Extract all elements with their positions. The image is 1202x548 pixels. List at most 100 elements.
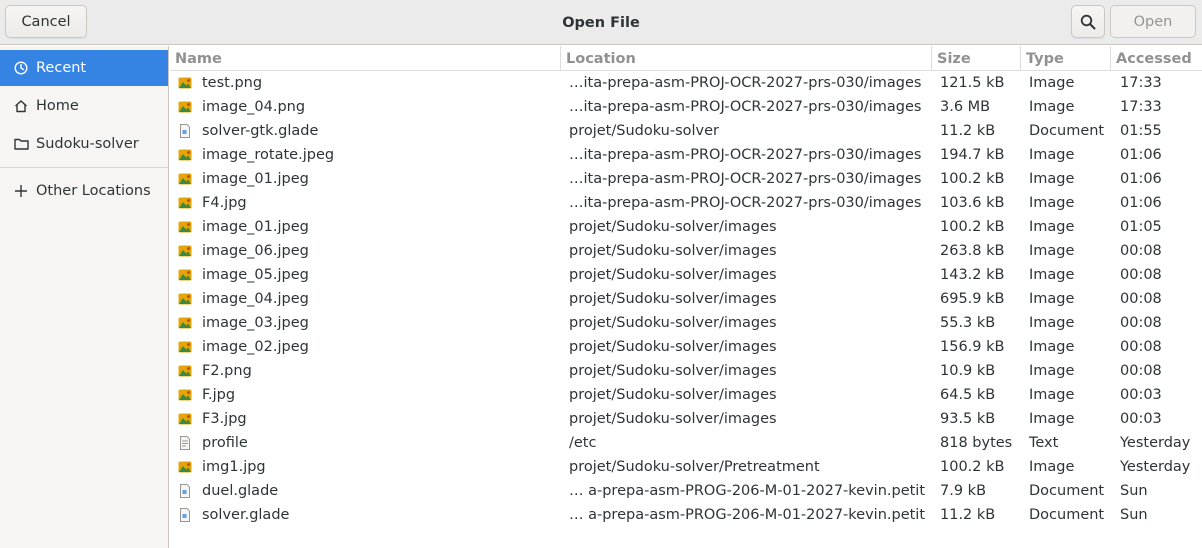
file-location: …ita-prepa-asm-PROJ-OCR-2027-prs-030/ima… bbox=[569, 147, 922, 163]
file-accessed: 00:08 bbox=[1120, 339, 1162, 355]
file-location: projet/Sudoku-solver/images bbox=[569, 291, 777, 307]
table-row[interactable]: F3.jpg projet/Sudoku-solver/images 93.5 kB… bbox=[170, 407, 1202, 431]
table-row[interactable]: image_rotate.jpeg …ita-prepa-asm-PROJ-OCR… bbox=[170, 143, 1202, 167]
file-type: Image bbox=[1029, 267, 1075, 283]
column-header-size[interactable]: Size bbox=[932, 46, 1021, 71]
file-size: 263.8 kB bbox=[940, 243, 1005, 259]
search-button[interactable] bbox=[1071, 5, 1105, 38]
table-row[interactable]: image_06.jpeg projet/Sudoku-solver/images… bbox=[170, 239, 1202, 263]
image-file-icon bbox=[178, 316, 192, 330]
dialog-title: Open File bbox=[562, 14, 640, 31]
file-type: Image bbox=[1029, 411, 1075, 427]
sidebar-item-label: Sudoku-solver bbox=[36, 136, 139, 152]
clock-icon bbox=[12, 59, 30, 77]
file-name: F3.jpg bbox=[202, 411, 247, 427]
file-location: …ita-prepa-asm-PROJ-OCR-2027-prs-030/ima… bbox=[569, 75, 922, 91]
file-accessed: Yesterday bbox=[1120, 435, 1191, 451]
image-file-icon bbox=[178, 268, 192, 282]
file-type: Image bbox=[1029, 195, 1075, 211]
file-accessed: 01:05 bbox=[1120, 219, 1162, 235]
sidebar-item-label: Recent bbox=[36, 60, 87, 76]
table-row[interactable]: F4.jpg …ita-prepa-asm-PROJ-OCR-2027-prs-0… bbox=[170, 191, 1202, 215]
table-row[interactable]: img1.jpg projet/Sudoku-solver/Pretreatmen… bbox=[170, 455, 1202, 479]
table-row[interactable]: F2.png projet/Sudoku-solver/images 10.9 kB… bbox=[170, 359, 1202, 383]
file-name: image_06.jpeg bbox=[202, 243, 309, 259]
image-file-icon bbox=[178, 172, 192, 186]
image-file-icon bbox=[178, 244, 192, 258]
plus-icon bbox=[12, 182, 30, 200]
table-row[interactable]: image_01.jpeg …ita-prepa-asm-PROJ-OCR-202… bbox=[170, 167, 1202, 191]
table-row[interactable]: F.jpg projet/Sudoku-solver/images 64.5 kB I… bbox=[170, 383, 1202, 407]
file-location: …ita-prepa-asm-PROJ-OCR-2027-prs-030/ima… bbox=[569, 99, 922, 115]
file-name: image_rotate.jpeg bbox=[202, 147, 335, 163]
image-file-icon bbox=[178, 220, 192, 234]
table-row[interactable]: image_05.jpeg projet/Sudoku-solver/images… bbox=[170, 263, 1202, 287]
header-bar: Cancel Open File Open bbox=[0, 0, 1202, 45]
file-size: 818 bytes bbox=[940, 435, 1013, 451]
file-name: solver.glade bbox=[202, 507, 290, 523]
file-name: test.png bbox=[202, 75, 263, 91]
table-row[interactable]: image_03.jpeg projet/Sudoku-solver/images… bbox=[170, 311, 1202, 335]
file-type: Image bbox=[1029, 387, 1075, 403]
table-row[interactable]: profile/etc 818 bytes Text Yesterday bbox=[170, 431, 1202, 455]
file-accessed: Sun bbox=[1120, 483, 1148, 499]
file-location: projet/Sudoku-solver/images bbox=[569, 363, 777, 379]
sidebar-item-sudoku-solver[interactable]: Sudoku-solver bbox=[0, 126, 168, 162]
file-name: F4.jpg bbox=[202, 195, 247, 211]
image-file-icon bbox=[178, 340, 192, 354]
file-accessed: 00:08 bbox=[1120, 363, 1162, 379]
table-row[interactable]: image_04.png …ita-prepa-asm-PROJ-OCR-2027… bbox=[170, 95, 1202, 119]
file-accessed: 01:06 bbox=[1120, 147, 1162, 163]
file-size: 11.2 kB bbox=[940, 507, 996, 523]
file-size: 10.9 kB bbox=[940, 363, 996, 379]
table-row[interactable]: image_01.jpeg projet/Sudoku-solver/images… bbox=[170, 215, 1202, 239]
file-type: Image bbox=[1029, 147, 1075, 163]
file-name: image_04.jpeg bbox=[202, 291, 309, 307]
column-header-type[interactable]: Type bbox=[1021, 46, 1111, 71]
document-file-icon bbox=[178, 508, 192, 522]
table-row[interactable]: image_02.jpeg projet/Sudoku-solver/images… bbox=[170, 335, 1202, 359]
file-type: Document bbox=[1029, 507, 1105, 523]
file-name: duel.glade bbox=[202, 483, 279, 499]
table-row[interactable]: image_04.jpeg projet/Sudoku-solver/images… bbox=[170, 287, 1202, 311]
file-list: Name Location Size Type Accessed test.pn… bbox=[170, 46, 1202, 548]
table-row[interactable]: solver.glade … a-prepa-asm-PROG-206-M-01-… bbox=[170, 503, 1202, 527]
file-size: 93.5 kB bbox=[940, 411, 996, 427]
image-file-icon bbox=[178, 412, 192, 426]
sidebar-item-recent[interactable]: Recent bbox=[0, 50, 168, 86]
file-location: projet/Sudoku-solver/Pretreatment bbox=[569, 459, 820, 475]
column-header-location[interactable]: Location bbox=[561, 46, 932, 71]
file-location: …ita-prepa-asm-PROJ-OCR-2027-prs-030/ima… bbox=[569, 195, 922, 211]
file-name: image_01.jpeg bbox=[202, 219, 309, 235]
table-row[interactable]: duel.glade … a-prepa-asm-PROG-206-M-01-20… bbox=[170, 479, 1202, 503]
sidebar-item-label: Home bbox=[36, 98, 79, 114]
file-size: 194.7 kB bbox=[940, 147, 1005, 163]
file-size: 100.2 kB bbox=[940, 459, 1005, 475]
file-size: 100.2 kB bbox=[940, 219, 1005, 235]
column-header-accessed[interactable]: Accessed bbox=[1111, 46, 1202, 71]
document-file-icon bbox=[178, 484, 192, 498]
sidebar-item-label: Other Locations bbox=[36, 183, 151, 199]
table-row[interactable]: solver-gtk.glade projet/Sudoku-solver 11.2… bbox=[170, 119, 1202, 143]
file-type: Text bbox=[1029, 435, 1059, 451]
open-button[interactable]: Open bbox=[1110, 5, 1196, 38]
file-type: Image bbox=[1029, 459, 1075, 475]
file-accessed: 17:33 bbox=[1120, 99, 1162, 115]
sidebar-item-other-locations[interactable]: Other Locations bbox=[0, 173, 168, 209]
file-accessed: Sun bbox=[1120, 507, 1148, 523]
file-name: profile bbox=[202, 435, 248, 451]
file-type: Image bbox=[1029, 219, 1075, 235]
search-icon bbox=[1080, 14, 1096, 29]
sidebar-item-home[interactable]: Home bbox=[0, 88, 168, 124]
file-name: image_02.jpeg bbox=[202, 339, 309, 355]
folder-icon bbox=[12, 135, 30, 153]
image-file-icon bbox=[178, 292, 192, 306]
file-location: projet/Sudoku-solver/images bbox=[569, 243, 777, 259]
table-row[interactable]: test.png …ita-prepa-asm-PROJ-OCR-2027-prs… bbox=[170, 71, 1202, 95]
file-accessed: 01:55 bbox=[1120, 123, 1162, 139]
file-type: Image bbox=[1029, 315, 1075, 331]
cancel-button[interactable]: Cancel bbox=[5, 5, 87, 38]
column-header-name[interactable]: Name bbox=[170, 46, 561, 71]
file-name: image_03.jpeg bbox=[202, 315, 309, 331]
file-type: Image bbox=[1029, 99, 1075, 115]
